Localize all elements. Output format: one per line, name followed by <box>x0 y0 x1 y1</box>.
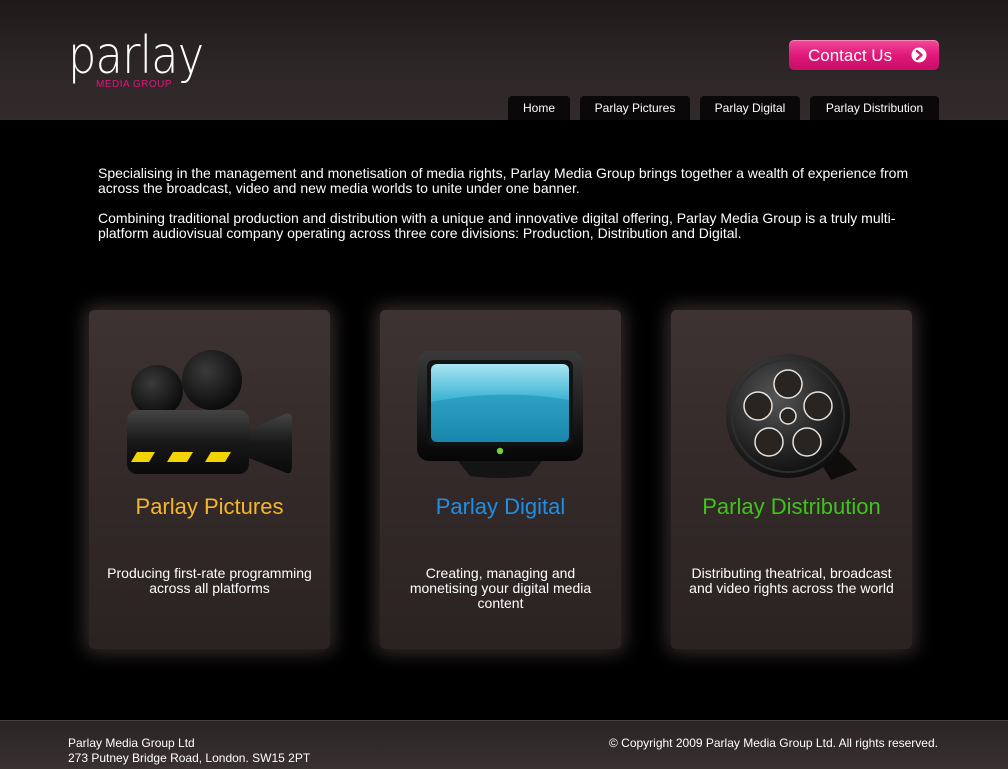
contact-us-label: Contact Us <box>808 46 893 65</box>
intro-paragraph: Combining traditional production and dis… <box>98 210 896 241</box>
nav-parlay-digital[interactable]: Parlay Digital <box>700 96 800 120</box>
copyright-notice: © Copyright 2009 Parlay Media Group Ltd.… <box>608 736 938 750</box>
division-title[interactable]: Parlay Digital <box>380 494 621 520</box>
arrow-circle-icon <box>911 47 927 63</box>
company-name: Parlay Media Group Ltd <box>68 736 195 750</box>
company-address: Parlay Media Group Ltd 273 Putney Bridge… <box>68 736 310 766</box>
film-reel-icon <box>726 354 857 480</box>
division-card-digital[interactable]: Parlay Digital Creating, managing and mo… <box>380 310 621 649</box>
company-street-address: 273 Putney Bridge Road, London. SW15 2PT <box>68 751 311 765</box>
monitor-icon <box>417 351 583 478</box>
division-card-pictures[interactable]: Parlay Pictures Producing first-rate pro… <box>89 310 330 649</box>
division-description: Producing first-rate programming across … <box>107 565 312 596</box>
division-card-distribution[interactable]: Parlay Distribution Distributing theatri… <box>671 310 912 649</box>
division-title[interactable]: Parlay Pictures <box>89 494 330 520</box>
nav-parlay-pictures[interactable]: Parlay Pictures <box>580 96 690 120</box>
division-description: Creating, managing and monetising your d… <box>409 565 592 611</box>
movie-camera-icon <box>127 350 292 474</box>
division-description: Distributing theatrical, broadcast and v… <box>689 565 894 596</box>
intro-paragraph: Specialising in the management and monet… <box>98 165 909 196</box>
site-footer: Parlay Media Group Ltd 273 Putney Bridge… <box>0 720 1008 769</box>
division-title[interactable]: Parlay Distribution <box>671 494 912 520</box>
parlay-logo[interactable]: parlay media group <box>68 28 208 98</box>
logo-wordmark: parlay <box>68 26 204 86</box>
intro-text: Specialising in the management and monet… <box>98 166 910 256</box>
nav-home[interactable]: Home <box>508 96 570 120</box>
nav-parlay-distribution[interactable]: Parlay Distribution <box>810 96 939 120</box>
site-header: parlay media group Contact Us Home Parla… <box>0 0 1008 120</box>
logo-subtitle: media group <box>96 79 173 90</box>
